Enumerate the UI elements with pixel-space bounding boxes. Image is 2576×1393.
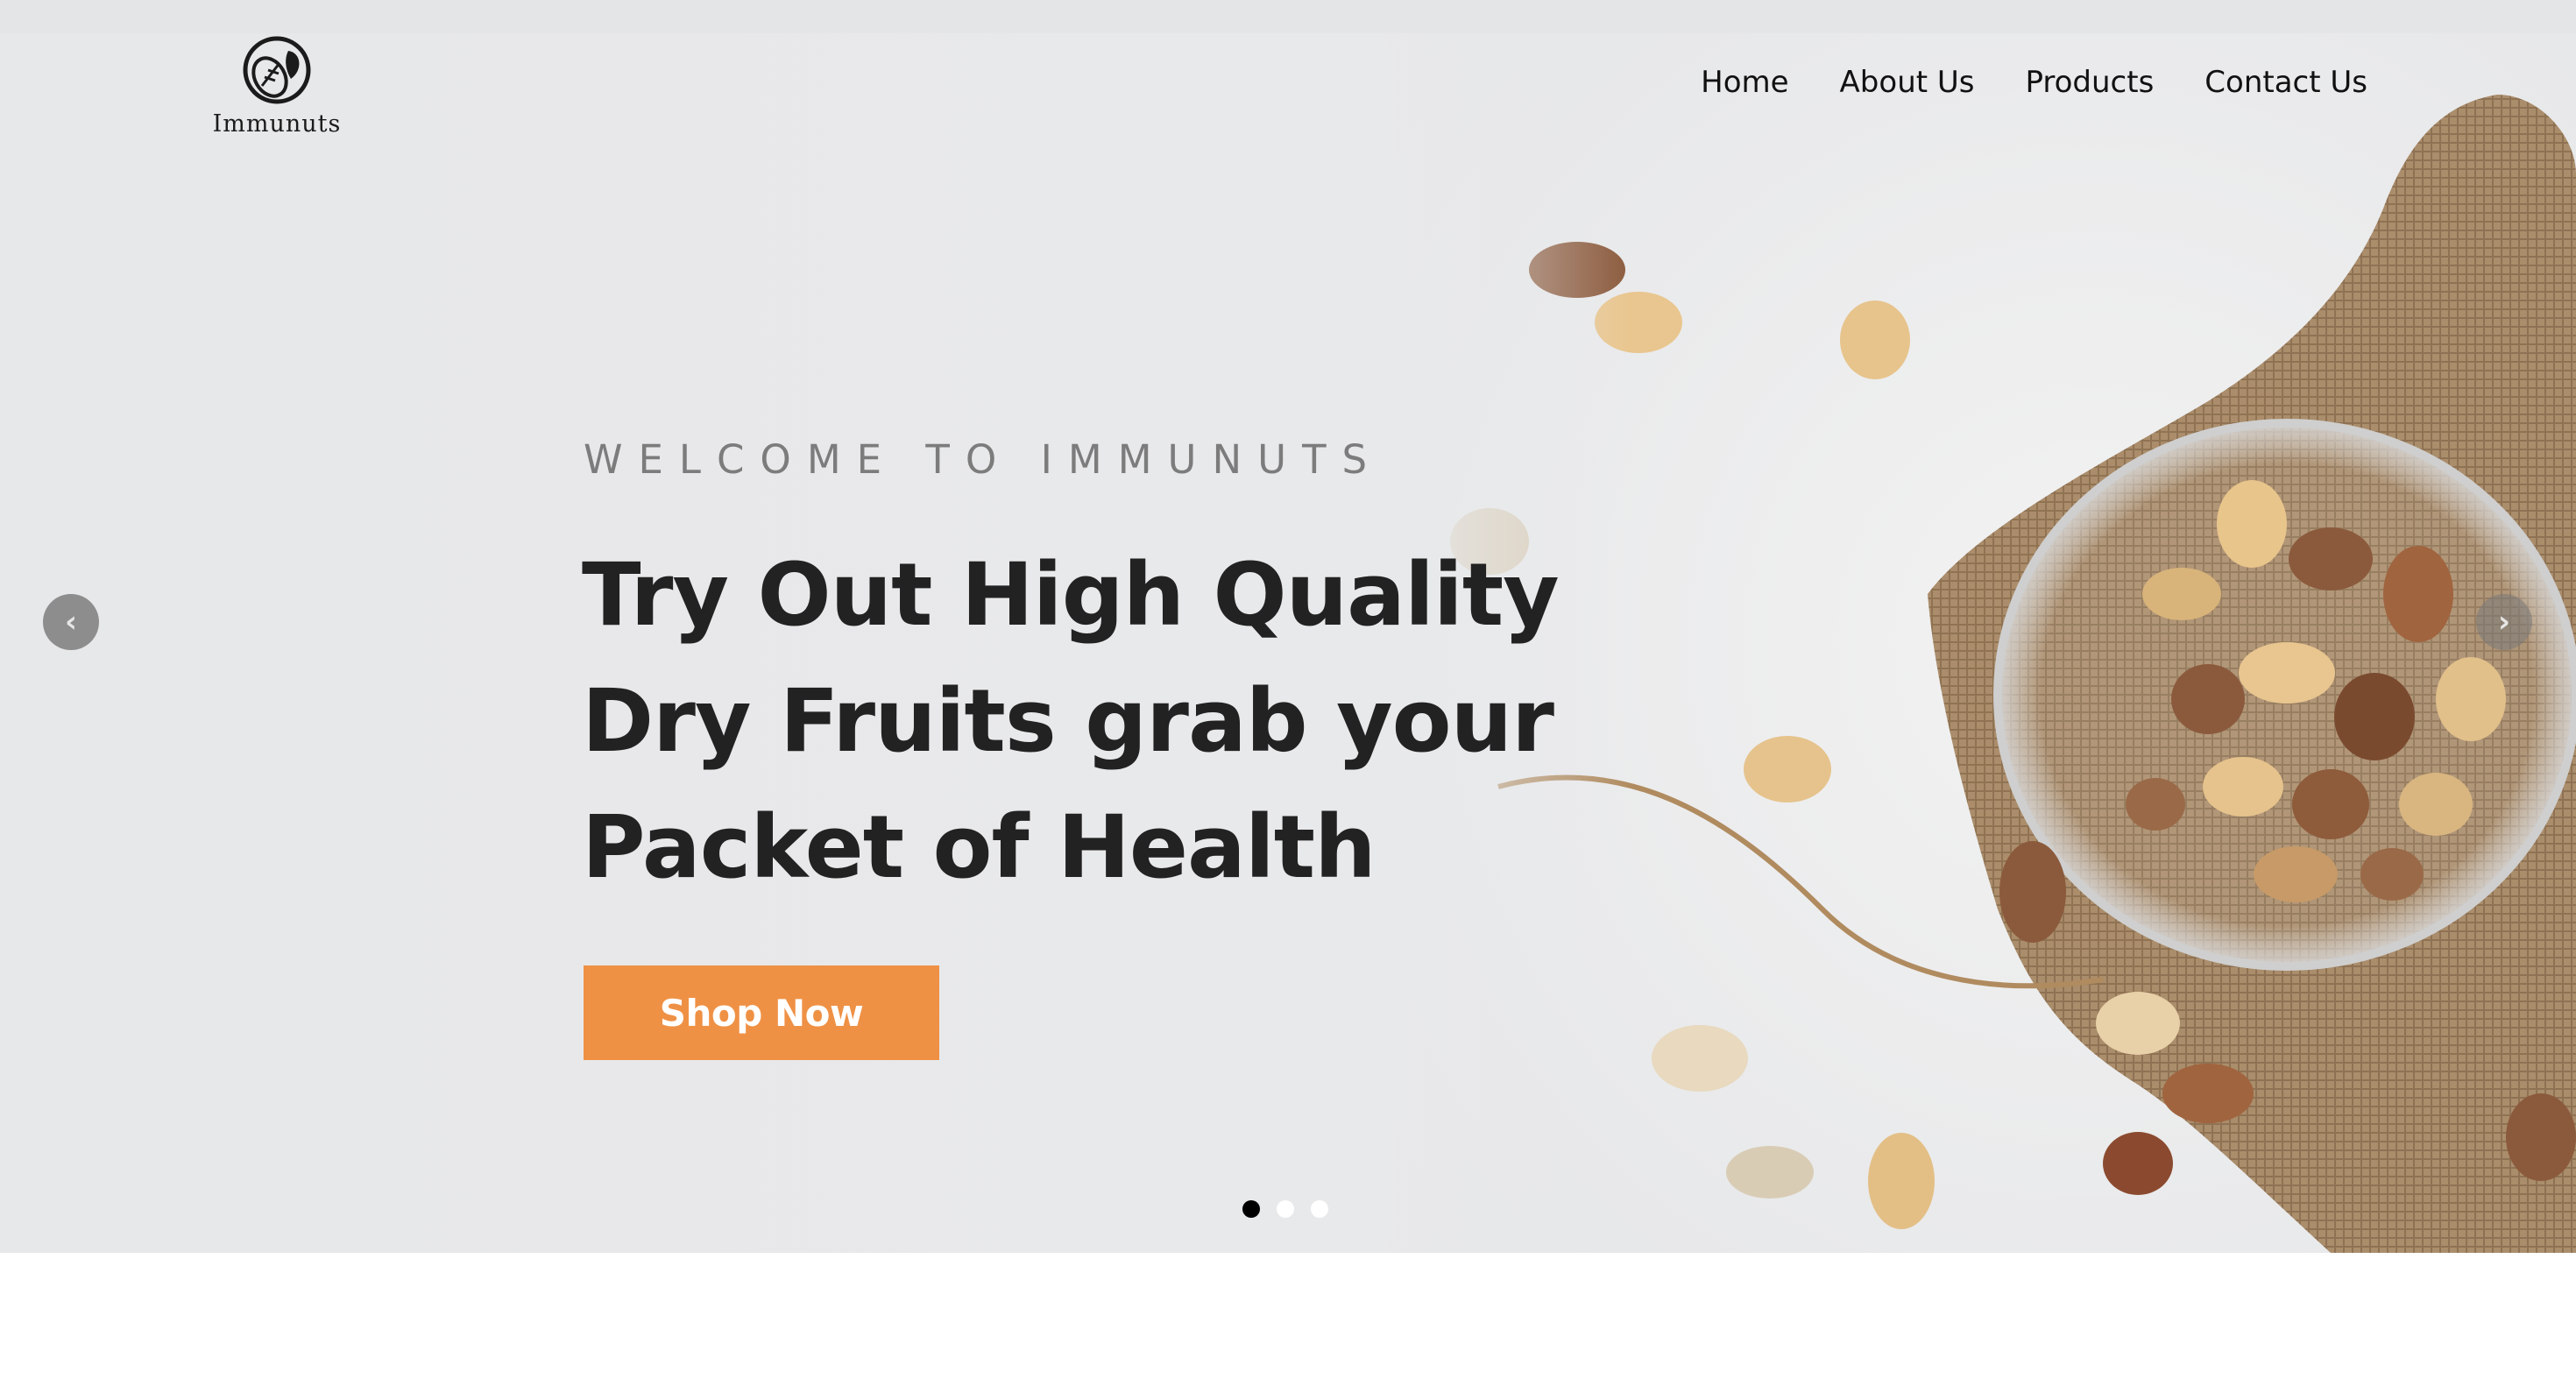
hero-eyebrow: WELCOME TO IMMUNUTS — [584, 436, 1384, 483]
almond-leaf-logo-icon — [243, 36, 311, 104]
top-strip — [0, 0, 2576, 33]
brand-logo[interactable]: Immunuts — [207, 35, 347, 149]
nav-products-link[interactable]: Products — [2025, 65, 2154, 100]
headline-line: Packet of Health — [582, 797, 1376, 898]
headline-line: Try Out High Quality — [582, 545, 1560, 646]
hero-banner: Immunuts Home About Us Products Contact … — [0, 0, 2576, 1253]
carousel-prev-button[interactable]: ‹ — [43, 594, 99, 650]
chevron-left-icon: ‹ — [64, 605, 77, 640]
chevron-right-icon: › — [2497, 605, 2510, 640]
main-nav: Home About Us Products Contact Us — [1701, 65, 2367, 100]
carousel-dot[interactable] — [1277, 1200, 1294, 1218]
carousel-dot[interactable] — [1311, 1200, 1328, 1218]
headline-line: Dry Fruits grab your — [582, 671, 1554, 772]
nav-contact-link[interactable]: Contact Us — [2204, 65, 2367, 100]
carousel-indicators — [1242, 1200, 1328, 1218]
shop-now-button[interactable]: Shop Now — [584, 965, 939, 1060]
nav-home-link[interactable]: Home — [1701, 65, 1788, 100]
carousel-dot[interactable] — [1242, 1200, 1260, 1218]
carousel-next-button[interactable]: › — [2476, 594, 2532, 650]
brand-name: Immunuts — [212, 110, 342, 138]
hero-headline: Try Out High Quality Dry Fruits grab you… — [582, 533, 1589, 911]
nav-about-link[interactable]: About Us — [1840, 65, 1975, 100]
